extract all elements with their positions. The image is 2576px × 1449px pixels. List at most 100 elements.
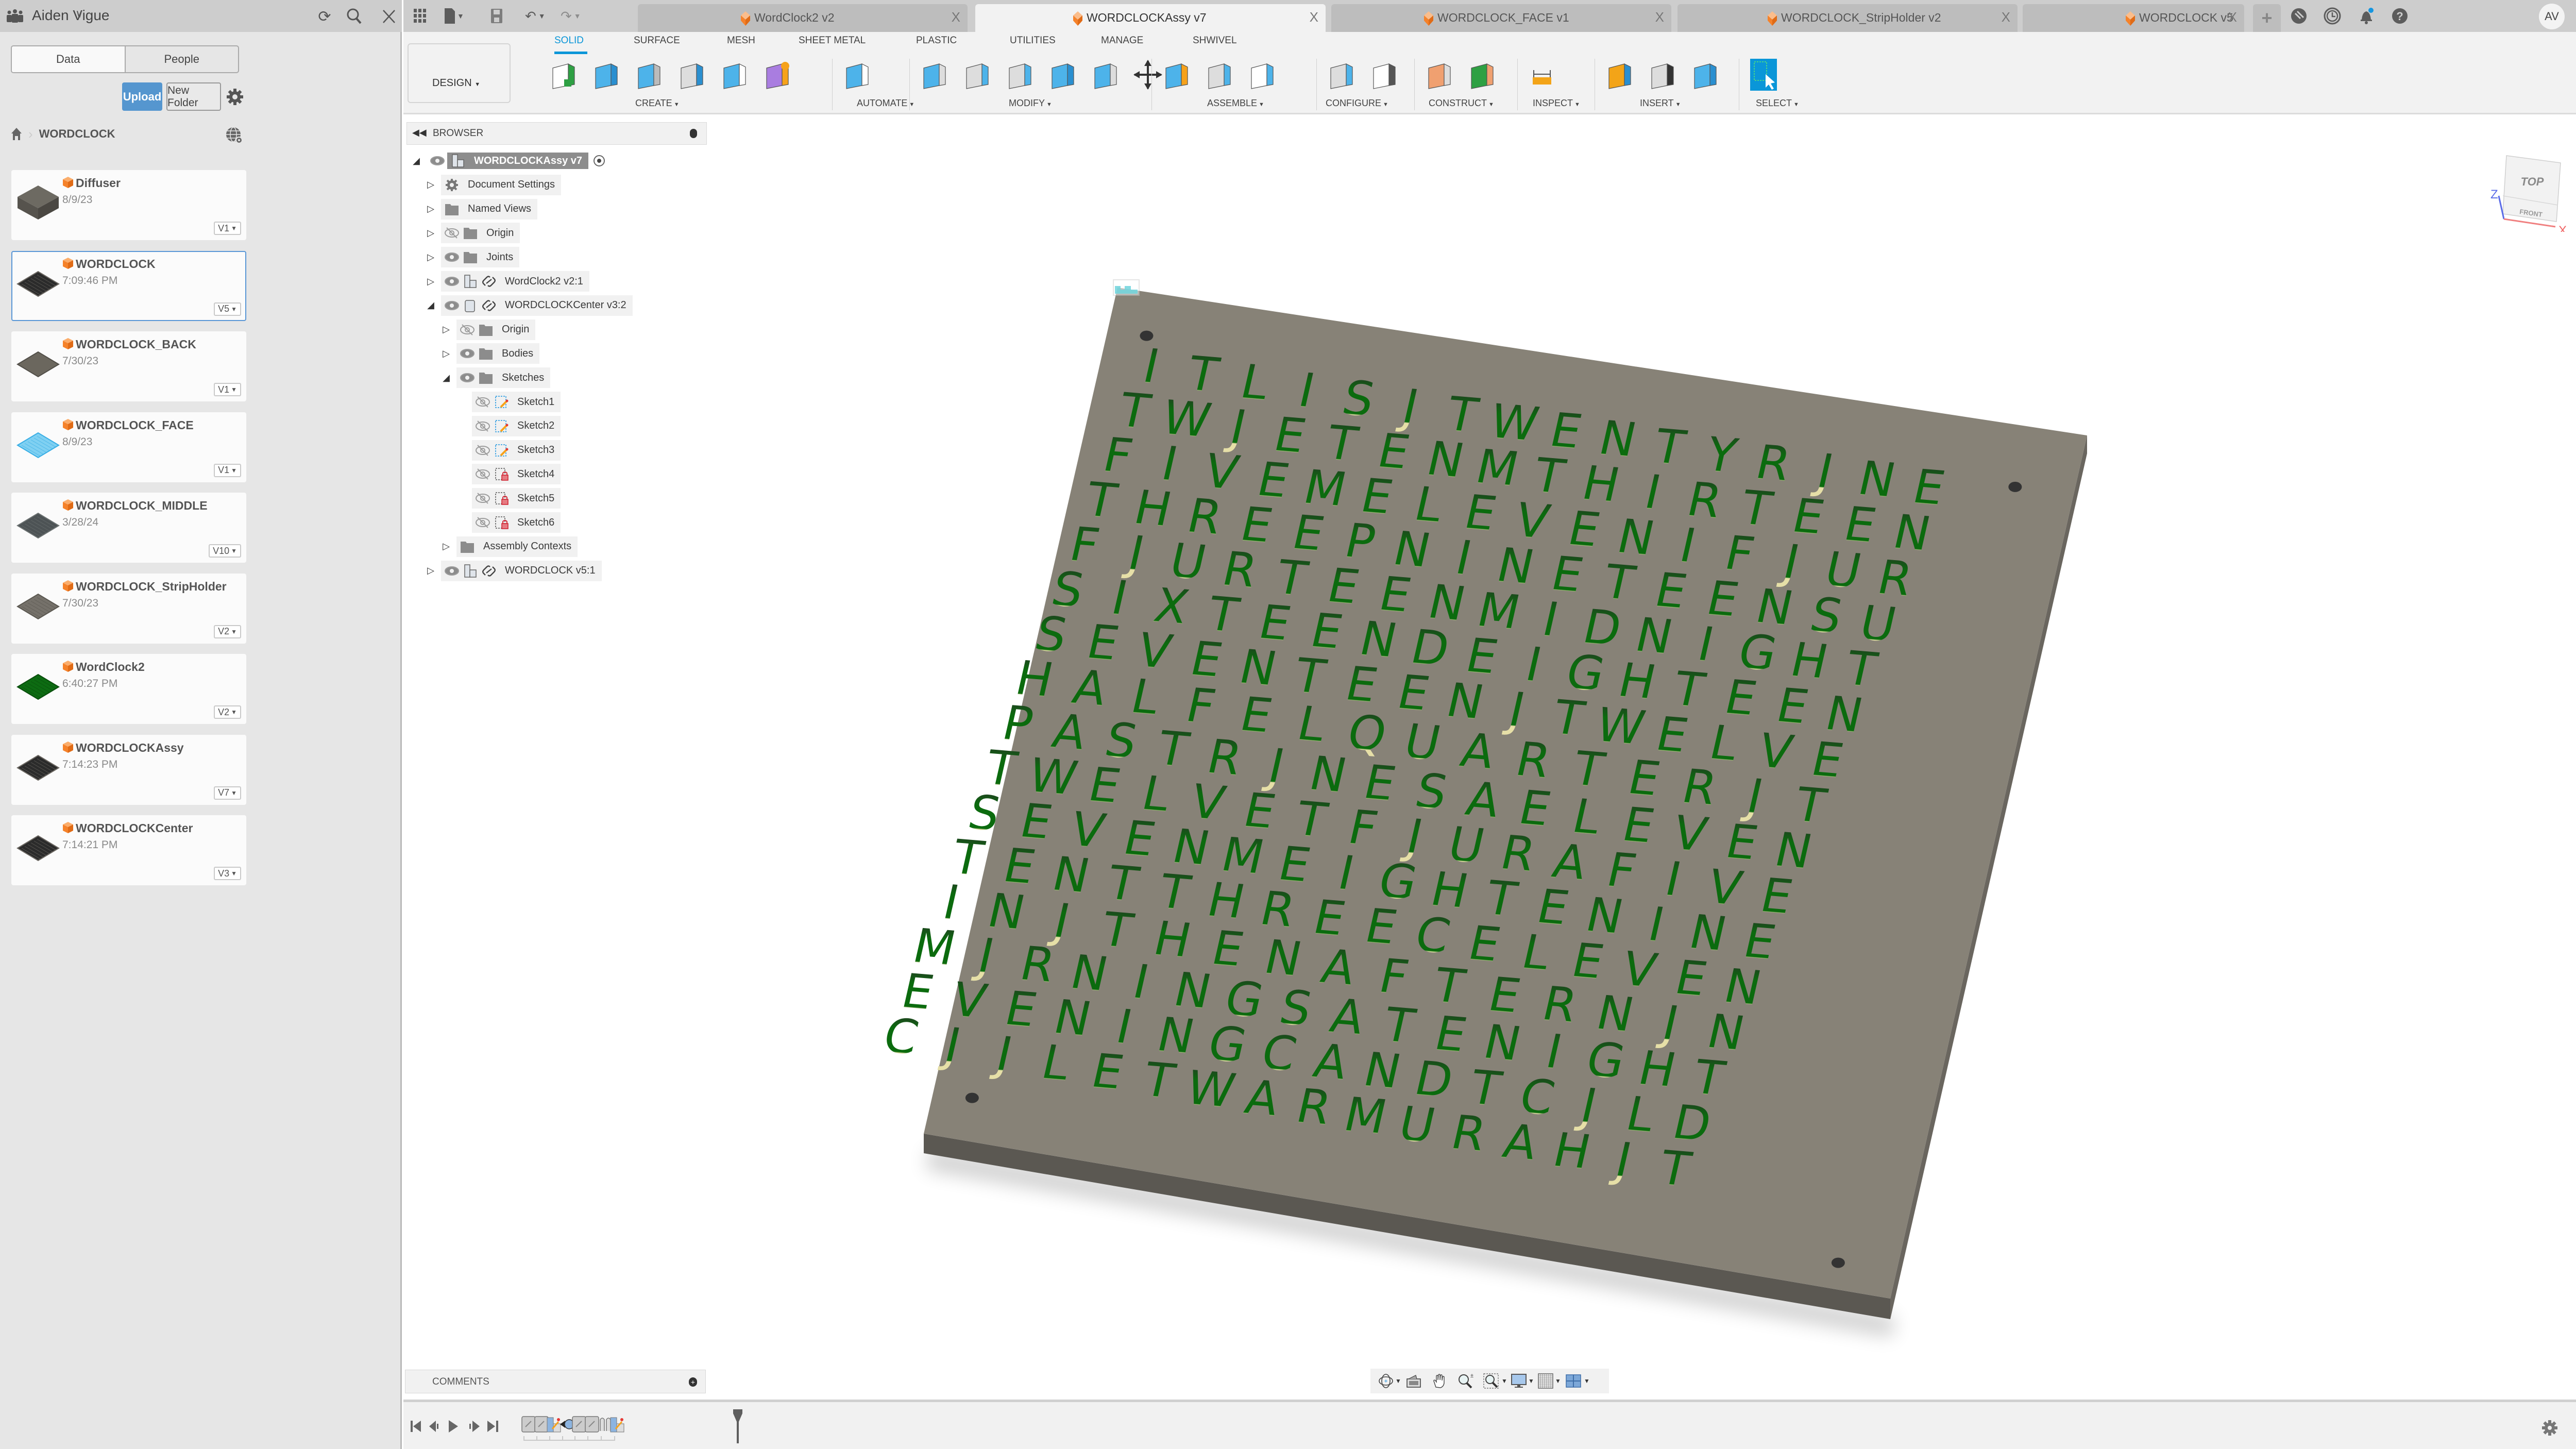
browser-node[interactable]: ▷ Origin [426, 223, 520, 244]
viewports-icon[interactable] [1565, 1373, 1582, 1389]
browser-node[interactable]: Sketch1 [456, 392, 561, 412]
version-dropdown[interactable]: V1 ▼ [214, 383, 241, 396]
orbit-icon[interactable]: + [1378, 1373, 1394, 1389]
version-dropdown[interactable]: V1 ▼ [214, 222, 241, 235]
configure-icon[interactable] [1326, 59, 1357, 91]
visibility-hidden-icon[interactable] [460, 323, 475, 337]
browser-node[interactable]: ◢ Sketches [441, 367, 551, 389]
visibility-hidden-icon[interactable] [475, 419, 490, 433]
workspace-tab[interactable]: PLASTIC [916, 35, 957, 46]
version-dropdown[interactable]: V5 ▼ [214, 302, 241, 316]
expanded-triangle-icon[interactable]: ◢ [441, 373, 451, 383]
visibility-eye-icon[interactable] [460, 346, 475, 361]
timeline-play-icon[interactable] [447, 1420, 460, 1433]
redo-button[interactable]: ↷ ▼ [561, 7, 581, 25]
toolbar-group-inspect[interactable]: INSPECT ▼ [1533, 98, 1580, 109]
search-icon[interactable] [344, 6, 365, 27]
visibility-hidden-icon[interactable] [475, 515, 490, 530]
close-tab-icon[interactable]: X [1310, 9, 1318, 25]
workspace-tab[interactable]: UTILITIES [1010, 35, 1056, 46]
user-avatar[interactable]: AV [2539, 4, 2565, 29]
browser-node[interactable]: ▷ Named Views [426, 198, 538, 220]
app-grid-icon[interactable] [414, 9, 426, 23]
toolbar-group-create[interactable]: CREATE ▼ [635, 98, 680, 109]
close-tab-icon[interactable]: X [2002, 9, 2010, 25]
visibility-eye-icon[interactable] [444, 250, 460, 264]
configure-table-icon[interactable] [1368, 59, 1399, 91]
document-tab[interactable]: WORDCLOCKAssy v7 X [975, 4, 1326, 32]
caret-down-icon[interactable]: ▼ [1555, 1377, 1561, 1385]
visibility-hidden-icon[interactable] [475, 395, 490, 409]
gear-icon[interactable] [226, 88, 244, 106]
viewcube-top-face[interactable]: TOP [2521, 175, 2544, 188]
file-card[interactable]: WordClock2 6:40:27 PM V2 ▼ [11, 654, 246, 724]
create-sketch-icon[interactable] [548, 59, 579, 91]
fit-zoom-icon[interactable] [1483, 1373, 1499, 1389]
collapsed-triangle-icon[interactable]: ▷ [426, 179, 436, 190]
view-cube[interactable]: TOP FRONT Z X [2468, 144, 2571, 232]
notifications-bell-icon[interactable] [2358, 7, 2375, 25]
document-tab[interactable]: WORDCLOCK_FACE v1 X [1331, 4, 1671, 32]
workspace-tab[interactable]: MESH [727, 35, 755, 46]
file-card[interactable]: WORDCLOCK_FACE 8/9/23 V1 ▼ [11, 412, 246, 482]
browser-node[interactable]: ▷ Joints [426, 247, 520, 268]
help-icon[interactable]: ? [2391, 7, 2409, 25]
browser-node[interactable]: Sketch3 [456, 440, 561, 461]
offset-plane-icon[interactable] [1423, 59, 1454, 91]
fillet-icon[interactable] [961, 59, 992, 91]
toolbar-group-construct[interactable]: CONSTRUCT ▼ [1429, 98, 1494, 109]
file-name[interactable]: WORDCLOCKAssy [76, 741, 184, 755]
canvas-icon[interactable] [1689, 59, 1720, 91]
timeline-first-icon[interactable] [410, 1420, 423, 1433]
timeline-marker[interactable] [733, 1409, 742, 1443]
form-icon[interactable] [761, 59, 792, 91]
version-dropdown[interactable]: V10 ▼ [209, 544, 241, 558]
timeline-next-icon[interactable] [467, 1420, 481, 1433]
look-at-icon[interactable] [1405, 1373, 1422, 1389]
file-name[interactable]: WORDCLOCK_FACE [76, 418, 194, 432]
collapsed-triangle-icon[interactable]: ▷ [426, 276, 436, 287]
toolbar-group-assemble[interactable]: ASSEMBLE ▼ [1207, 98, 1264, 109]
file-name[interactable]: WORDCLOCKCenter [76, 821, 193, 835]
caret-down-icon[interactable]: ▼ [1501, 1377, 1507, 1385]
browser-node[interactable]: ▷ Bodies [441, 343, 540, 364]
new-tab-button[interactable]: + [2253, 4, 2281, 32]
midplane-icon[interactable] [1466, 59, 1497, 91]
collapse-panel-icon[interactable]: ◀◀ [412, 127, 427, 138]
move-icon[interactable] [1132, 59, 1163, 91]
add-comment-icon[interactable]: + [689, 1377, 697, 1387]
toolbar-group-select[interactable]: SELECT ▼ [1756, 98, 1799, 109]
file-name[interactable]: WORDCLOCK_BACK [76, 338, 196, 351]
job-status-clock-icon[interactable] [2324, 7, 2341, 25]
file-card[interactable]: WORDCLOCK_BACK 7/30/23 V1 ▼ [11, 331, 246, 401]
insert-svg-icon[interactable] [1604, 59, 1635, 91]
activate-radio-icon[interactable] [591, 154, 607, 168]
expanded-triangle-icon[interactable]: ◢ [426, 300, 436, 311]
timeline-previous-icon[interactable] [428, 1420, 442, 1433]
chevron-down-icon[interactable]: ∨ [75, 7, 83, 21]
browser-panel-header[interactable]: ◀◀ BROWSER [406, 122, 707, 145]
collapsed-triangle-icon[interactable]: ▷ [426, 228, 436, 238]
save-icon[interactable] [491, 9, 502, 23]
visibility-eye-icon[interactable] [430, 154, 445, 168]
close-tab-icon[interactable]: X [2228, 9, 2237, 25]
document-tab[interactable]: WORDCLOCK_StripHolder v2 X [1677, 4, 2018, 32]
browser-node[interactable]: ▷ WORDCLOCK v5:1 [426, 560, 602, 581]
document-tab[interactable]: WordClock2 v2 X [638, 4, 968, 32]
collapsed-triangle-icon[interactable]: ▷ [426, 204, 436, 214]
toolbar-group-insert[interactable]: INSERT ▼ [1640, 98, 1681, 109]
select-icon[interactable] [1748, 59, 1779, 91]
file-card[interactable]: Diffuser 8/9/23 V1 ▼ [11, 170, 246, 240]
visibility-hidden-icon[interactable] [475, 467, 490, 481]
timeline-last-icon[interactable] [486, 1420, 499, 1433]
joint-icon[interactable] [1204, 59, 1234, 91]
zoom-icon[interactable]: ± [1457, 1373, 1473, 1389]
file-card[interactable]: WORDCLOCK_StripHolder 7/30/23 V2 ▼ [11, 573, 246, 644]
browser-node[interactable]: Sketch2 [456, 415, 561, 436]
file-card[interactable]: WORDCLOCK 7:09:46 PM V5 ▼ [11, 250, 246, 321]
tab-data[interactable]: Data [12, 46, 126, 72]
collapsed-triangle-icon[interactable]: ▷ [426, 565, 436, 576]
version-dropdown[interactable]: V1 ▼ [214, 463, 241, 477]
display-settings-icon[interactable] [1511, 1373, 1527, 1389]
new-component-icon[interactable] [1161, 59, 1192, 91]
